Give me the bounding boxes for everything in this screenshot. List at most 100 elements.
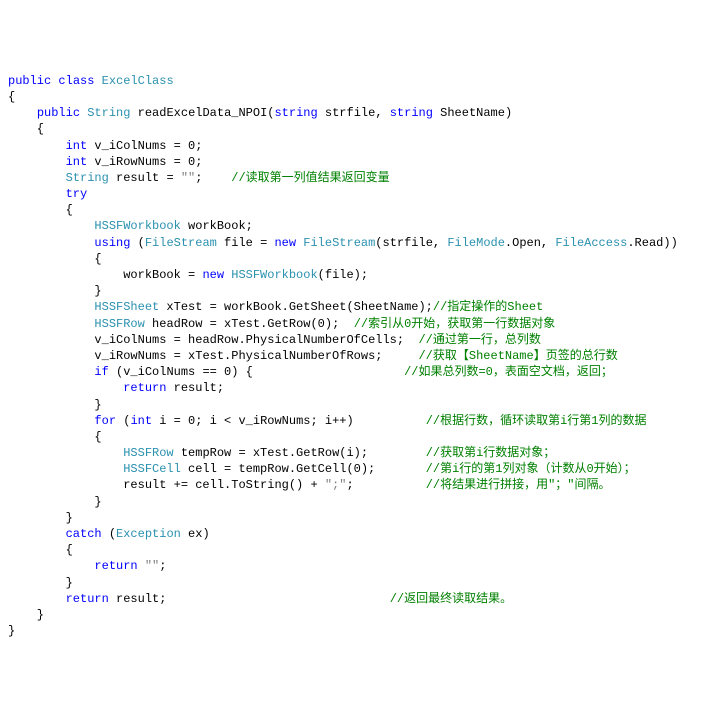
code-line: } xyxy=(8,494,710,510)
comment: //第i行的第1列对象（计数从0开始）； xyxy=(426,462,636,476)
code-text: ; xyxy=(346,478,425,492)
type-name: FileAccess xyxy=(555,236,627,250)
code-text: ( xyxy=(102,527,116,541)
comment: //获取【SheetName】页签的总行数 xyxy=(418,349,617,363)
code-text: v_iRowNums = xTest.PhysicalNumberOfRows; xyxy=(94,349,418,363)
type-name: String xyxy=(66,171,109,185)
comment: //如果总列数=0，表面空文档，返回； xyxy=(404,365,613,379)
code-text: result; xyxy=(166,381,224,395)
type-name: FileMode xyxy=(447,236,505,250)
code-line: } xyxy=(8,575,710,591)
comment: //返回最终读取结果。 xyxy=(390,592,512,606)
code-text xyxy=(138,559,145,573)
code-text: file = xyxy=(217,236,275,250)
keyword: return xyxy=(123,381,166,395)
param: SheetName) xyxy=(433,106,512,120)
keyword: return xyxy=(66,592,109,606)
comment: //指定操作的Sheet xyxy=(433,300,543,314)
code-text: result += cell.ToString() + xyxy=(123,478,325,492)
code-line: HSSFWorkbook workBook; xyxy=(8,218,710,234)
keyword: string xyxy=(274,106,317,120)
comment: //索引从0开始，获取第一行数据对象 xyxy=(354,317,556,331)
code-text: .Read)) xyxy=(627,236,677,250)
code-line: catch (Exception ex) xyxy=(8,526,710,542)
code-line: try xyxy=(8,186,710,202)
type-name: HSSFRow xyxy=(94,317,144,331)
keyword: public xyxy=(37,106,80,120)
code-line: public String readExcelData_NPOI(string … xyxy=(8,105,710,121)
code-line: int v_iRowNums = 0; xyxy=(8,154,710,170)
comment: //读取第一列值结果返回变量 xyxy=(231,171,389,185)
method-name: readExcelData_NPOI( xyxy=(130,106,274,120)
code-text: ( xyxy=(130,236,144,250)
type-name: HSSFRow xyxy=(123,446,173,460)
code-line: result += cell.ToString() + ";"; //将结果进行… xyxy=(8,477,710,493)
code-line: HSSFSheet xTest = workBook.GetSheet(Shee… xyxy=(8,299,710,315)
code-line: } xyxy=(8,283,710,299)
type-name: Exception xyxy=(116,527,181,541)
code-text: (strfile, xyxy=(375,236,447,250)
code-text: ; xyxy=(195,171,231,185)
type-name: String xyxy=(87,106,130,120)
code-text: (file); xyxy=(318,268,368,282)
type-name: FileStream xyxy=(303,236,375,250)
code-line: { xyxy=(8,542,710,558)
type-name: HSSFWorkbook xyxy=(94,219,180,233)
keyword: int xyxy=(130,414,152,428)
code-text: tempRow = xTest.GetRow(i); xyxy=(174,446,426,460)
code-text: cell = tempRow.GetCell(0); xyxy=(181,462,426,476)
code-text: v_iColNums = headRow.PhysicalNumberOfCel… xyxy=(94,333,418,347)
code-block: public class ExcelClass{ public String r… xyxy=(8,73,710,640)
code-text: result; xyxy=(109,592,390,606)
code-line: { xyxy=(8,89,710,105)
string-literal: "" xyxy=(181,171,195,185)
code-text: .Open, xyxy=(505,236,555,250)
code-line: for (int i = 0; i < v_iRowNums; i++) //根… xyxy=(8,413,710,429)
code-line: if (v_iColNums == 0) { //如果总列数=0，表面空文档，返… xyxy=(8,364,710,380)
code-line: { xyxy=(8,251,710,267)
code-line: } xyxy=(8,397,710,413)
code-line: HSSFCell cell = tempRow.GetCell(0); //第i… xyxy=(8,461,710,477)
comment: //通过第一行，总列数 xyxy=(418,333,540,347)
code-text: ; xyxy=(159,559,166,573)
code-line: v_iRowNums = xTest.PhysicalNumberOfRows;… xyxy=(8,348,710,364)
code-text: i = 0; i < v_iRowNums; i++) xyxy=(152,414,426,428)
code-line: } xyxy=(8,623,710,639)
code-text: xTest = workBook.GetSheet(SheetName); xyxy=(159,300,433,314)
keyword: new xyxy=(274,236,296,250)
code-text: (v_iColNums == 0) { xyxy=(109,365,404,379)
code-text: workBook = xyxy=(8,268,202,282)
keyword: return xyxy=(94,559,137,573)
code-line: workBook = new HSSFWorkbook(file); xyxy=(8,267,710,283)
comment: //根据行数，循环读取第i行第1列的数据 xyxy=(426,414,647,428)
type-name: HSSFCell xyxy=(123,462,181,476)
code-text: headRow = xTest.GetRow(0); xyxy=(145,317,354,331)
keyword: catch xyxy=(66,527,102,541)
code-line: return result; xyxy=(8,380,710,396)
code-line: int v_iColNums = 0; xyxy=(8,138,710,154)
code-line: using (FileStream file = new FileStream(… xyxy=(8,235,710,251)
string-literal: ";" xyxy=(325,478,347,492)
type-name: HSSFSheet xyxy=(94,300,159,314)
keyword: string xyxy=(390,106,433,120)
keyword: public xyxy=(8,74,51,88)
comment: //将结果进行拼接，用"；"间隔。 xyxy=(426,478,611,492)
code-text: ( xyxy=(116,414,130,428)
code-line: return ""; xyxy=(8,558,710,574)
keyword: if xyxy=(94,365,108,379)
keyword: for xyxy=(94,414,116,428)
code-text: v_iRowNums = 0; xyxy=(87,155,202,169)
code-text: v_iColNums = 0; xyxy=(87,139,202,153)
code-line: public class ExcelClass xyxy=(8,73,710,89)
param: strfile, xyxy=(318,106,390,120)
keyword: try xyxy=(66,187,88,201)
code-line: String result = ""; //读取第一列值结果返回变量 xyxy=(8,170,710,186)
code-text: ex) xyxy=(181,527,210,541)
code-line: { xyxy=(8,121,710,137)
type-name: HSSFWorkbook xyxy=(231,268,317,282)
keyword: int xyxy=(66,139,88,153)
keyword: using xyxy=(94,236,130,250)
code-line: } xyxy=(8,607,710,623)
code-line: { xyxy=(8,429,710,445)
code-line: return result; //返回最终读取结果。 xyxy=(8,591,710,607)
